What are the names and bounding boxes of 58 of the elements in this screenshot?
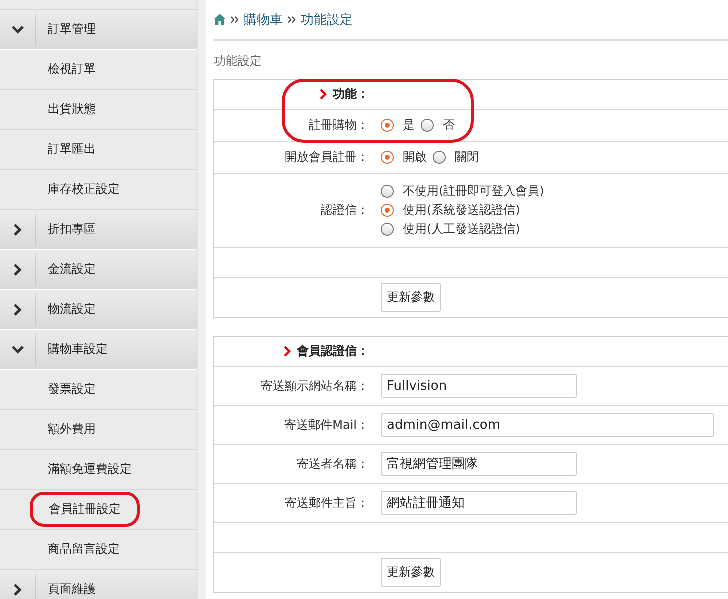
radio-label: 開啟 [403,149,427,166]
home-icon[interactable] [214,14,226,25]
sidebar-group-label: 頁面維護 [48,581,96,598]
chevron-right-icon [14,584,22,596]
update-button[interactable]: 更新參數 [381,558,441,587]
breadcrumb-link[interactable]: 功能設定 [301,10,353,28]
field-label: 寄送郵件主旨： [285,494,369,512]
radio-label: 使用(人工發送認證信) [403,221,520,238]
sidebar-group-label: 訂單管理 [48,21,96,38]
field-label: 註冊購物： [309,117,369,134]
sidebar-item[interactable]: 出貨狀態 [48,97,96,122]
radio-button[interactable] [381,119,394,132]
sidebar-item[interactable]: 額外費用 [48,417,96,442]
chevron-down-icon [12,26,24,34]
sidebar-item[interactable]: 會員註冊設定 [30,492,140,527]
double-chevron-icon [288,16,296,24]
sidebar-item[interactable]: 檢視訂單 [48,57,96,82]
chevron-right-icon [284,346,291,357]
sidebar-item[interactable]: 庫存校正設定 [48,177,120,202]
chevron-right-icon [320,89,327,100]
sidebar-item[interactable]: 訂單匯出 [48,137,96,162]
sidebar-item[interactable]: 發票設定 [48,377,96,402]
radio-label: 不使用(註冊即可登入會員) [403,183,544,200]
input-field[interactable]: admin@mail.com [381,413,714,437]
section-heading: 功能： [333,86,369,103]
chevron-down-icon [12,346,24,354]
radio-label: 關閉 [455,149,479,166]
sidebar-group-label: 折扣專區 [48,221,96,238]
radio-button[interactable] [381,204,394,217]
update-button[interactable]: 更新參數 [381,283,441,312]
radio-button[interactable] [381,223,394,236]
sidebar-group-label: 物流設定 [48,301,96,318]
double-chevron-icon [231,16,239,24]
chevron-right-icon [14,264,22,276]
input-field[interactable]: 網站註冊通知 [381,491,577,515]
chevron-right-icon [14,224,22,236]
sidebar-item[interactable]: 商品留言設定 [48,537,120,562]
radio-label: 是 [403,117,415,134]
field-label: 認證信： [321,202,369,219]
field-label: 寄送郵件Mail： [284,416,369,434]
radio-button[interactable] [421,119,434,132]
breadcrumb-link[interactable]: 購物車 [244,10,283,28]
chevron-right-icon [14,304,22,316]
section-heading: 會員認證信： [297,343,369,360]
input-field[interactable]: 富視網管理團隊 [381,452,577,476]
sidebar-group-label: 購物車設定 [48,341,108,358]
radio-button[interactable] [433,151,446,164]
radio-label: 使用(系統發送認證信) [403,202,520,219]
radio-button[interactable] [381,185,394,198]
input-field[interactable]: Fullvision [381,374,577,398]
radio-button[interactable] [381,151,394,164]
field-label: 開放會員註冊： [285,149,369,166]
page-heading: 功能設定 [213,53,263,70]
radio-label: 否 [443,117,455,134]
sidebar-group-label: 金流設定 [48,261,96,278]
field-label: 寄送顯示網站名稱： [261,378,369,394]
sidebar-item[interactable]: 滿額免運費設定 [48,457,132,482]
field-label: 寄送者名稱： [297,456,369,472]
